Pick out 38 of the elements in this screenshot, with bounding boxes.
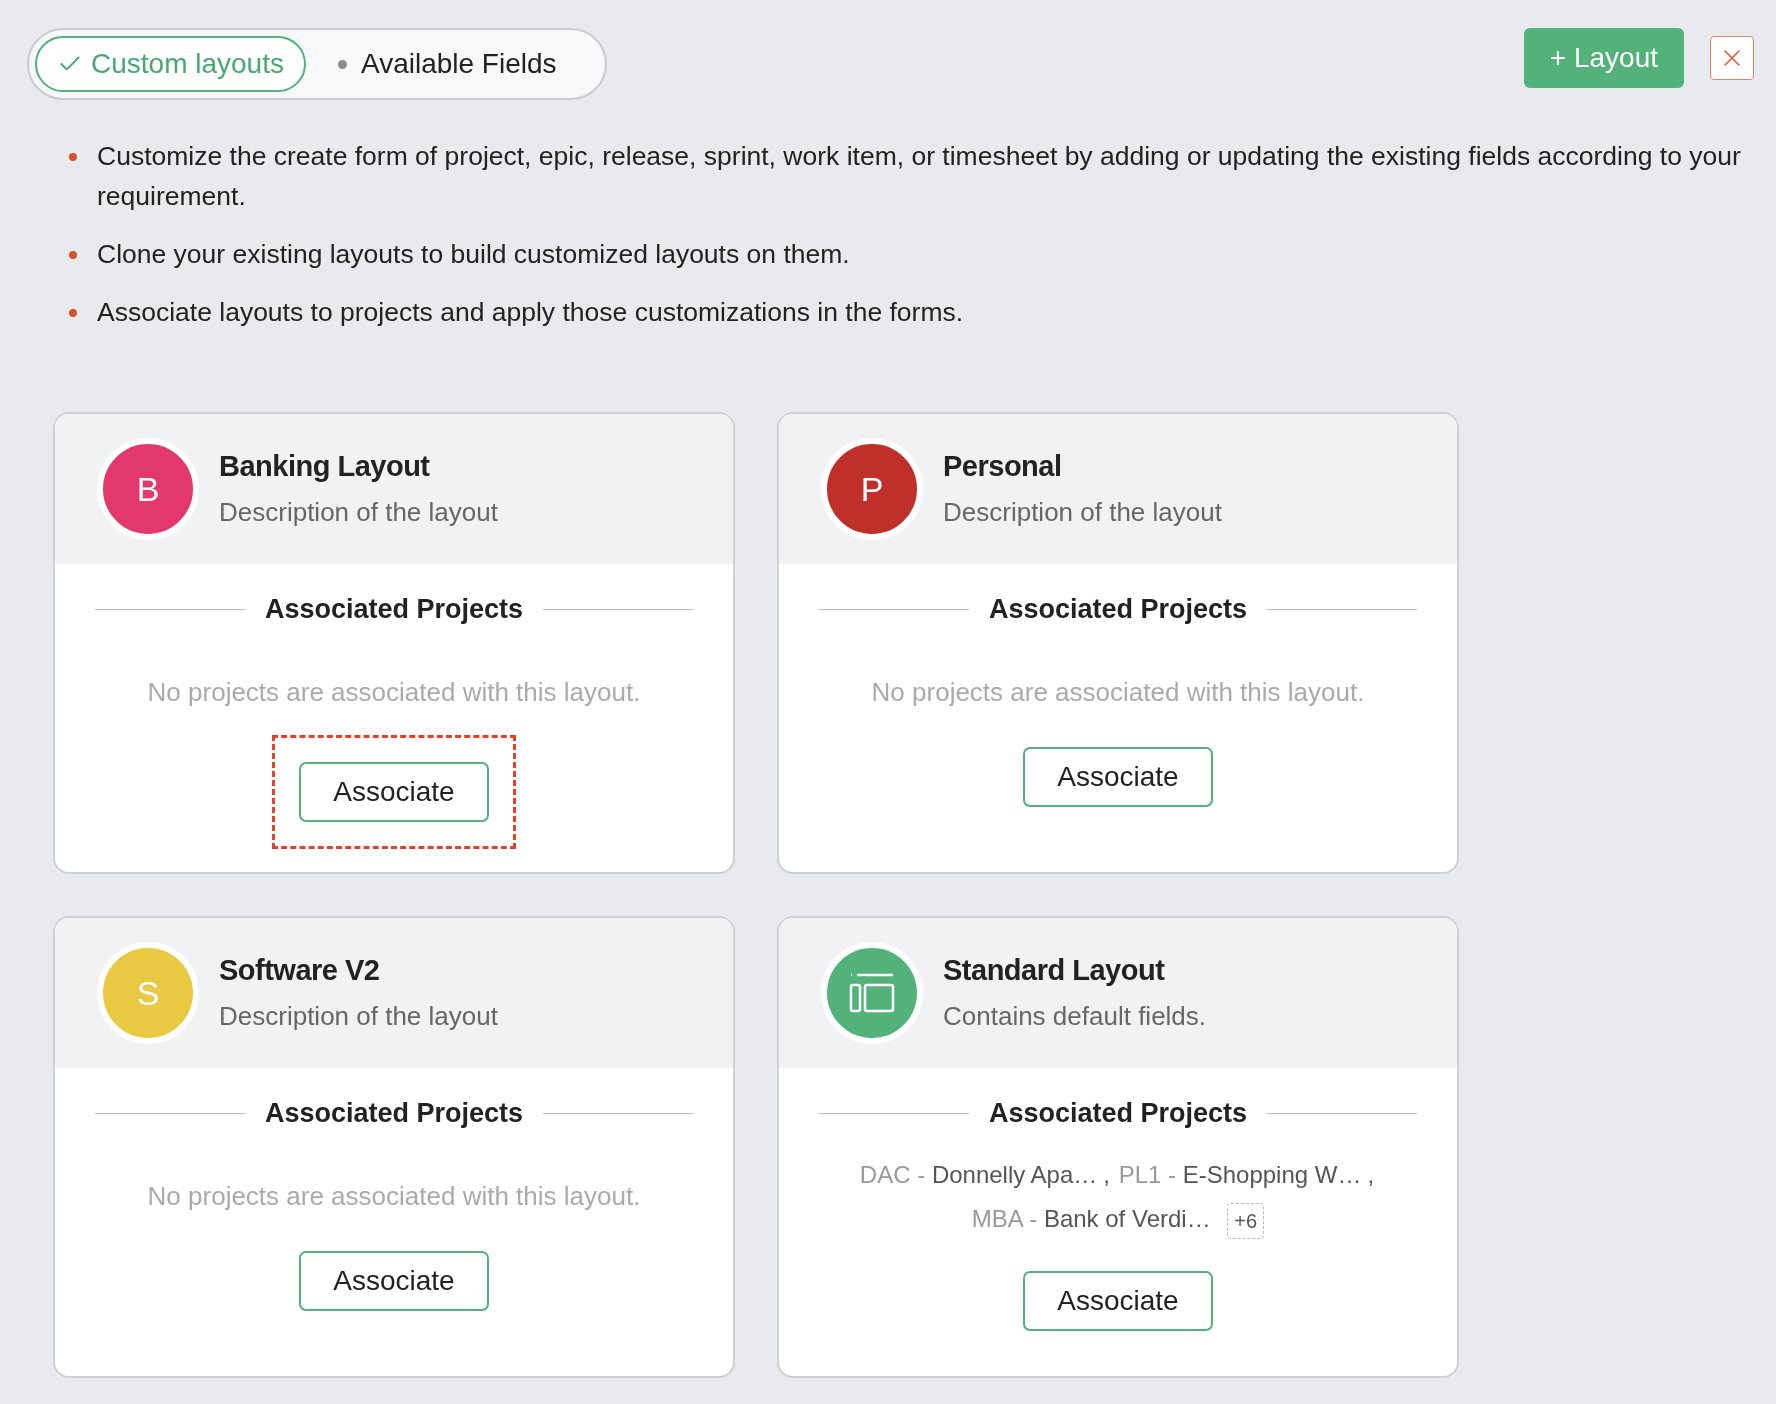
letter-avatar: S xyxy=(97,942,199,1044)
empty-message: No projects are associated with this layout. xyxy=(871,677,1365,709)
note-text: Clone your existing layouts to build customized layouts on them. xyxy=(97,238,850,271)
more-count[interactable]: +6 xyxy=(1227,1202,1265,1239)
associate-button[interactable]: Associate xyxy=(1023,1271,1213,1331)
layout-title: Banking Layout xyxy=(219,450,431,483)
layout-description: Description of the layout xyxy=(943,497,1222,528)
letter-avatar: P xyxy=(821,438,923,540)
letter-avatar: B xyxy=(97,438,199,540)
associate-button[interactable]: Associate xyxy=(299,1251,489,1311)
empty-message: No projects are associated with this layout. xyxy=(147,1181,641,1213)
separator-text: , xyxy=(1367,1161,1375,1188)
layout-title: Personal xyxy=(943,450,1063,483)
bullet-icon xyxy=(69,251,77,259)
dot-icon xyxy=(337,59,347,69)
section-title: Associated Projects xyxy=(264,1098,524,1129)
layout-title: Software V2 xyxy=(219,954,381,987)
close-button[interactable] xyxy=(1710,36,1754,80)
empty-message: No projects are associated with this layout. xyxy=(147,677,641,709)
bullet-icon xyxy=(69,309,77,317)
section-title: Associated Projects xyxy=(988,594,1248,625)
associate-button[interactable]: Associate xyxy=(299,762,489,822)
section-title: Associated Projects xyxy=(264,594,524,625)
separator-text: , xyxy=(1103,1161,1110,1188)
layout-description: Description of the layout xyxy=(219,1001,498,1032)
project-link[interactable]: MBA - Bank of Verdi… xyxy=(971,1205,1211,1232)
bullet-icon xyxy=(69,153,77,161)
note-text: Associate layouts to projects and apply those customizations in the forms. xyxy=(97,296,964,329)
view-tab[interactable]: Available Fields xyxy=(315,36,579,92)
project-link[interactable]: PL1 - E-Shopping W… xyxy=(1118,1161,1362,1188)
layout-icon xyxy=(849,973,895,1013)
layout-description: Description of the layout xyxy=(219,497,498,528)
section-title: Associated Projects xyxy=(988,1098,1248,1129)
note-text: Customize the create form of project, epic, release, sprint, work item, or timesheet by adding or updating the existing fields according to your requirement. xyxy=(97,140,1742,213)
layout-description: Contains default fields. xyxy=(943,1001,1207,1032)
associate-button[interactable]: Associate xyxy=(1023,747,1213,807)
project-link[interactable]: DAC - Donnelly Apa… xyxy=(859,1161,1098,1188)
layout-title: Standard Layout xyxy=(943,954,1166,987)
